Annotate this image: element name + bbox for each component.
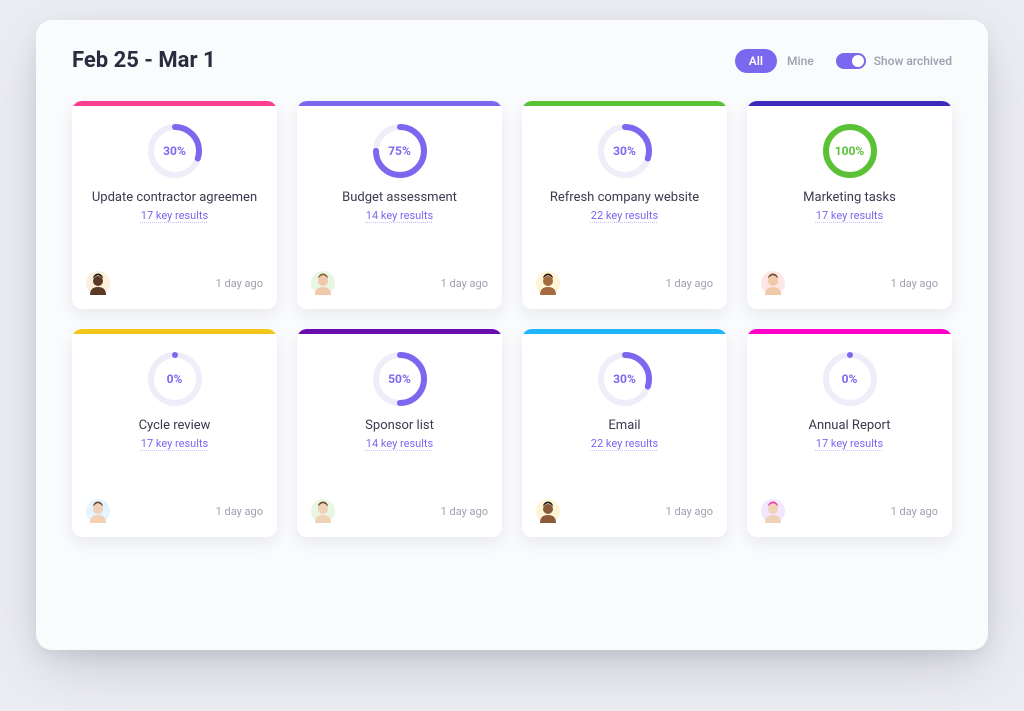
card-body: 50% Sponsor list 14 key results — [297, 334, 502, 499]
progress-percent: 50% — [371, 350, 429, 408]
owner-avatar[interactable] — [761, 499, 785, 523]
header-controls: All Mine Show archived — [735, 49, 952, 73]
progress-ring: 30% — [596, 350, 654, 408]
progress-percent: 30% — [596, 350, 654, 408]
progress-percent: 0% — [821, 350, 879, 408]
progress-ring: 0% — [146, 350, 204, 408]
card-footer: 1 day ago — [747, 499, 952, 537]
progress-percent: 30% — [596, 122, 654, 180]
objective-title: Cycle review — [139, 418, 211, 433]
card-footer: 1 day ago — [297, 271, 502, 309]
progress-ring: 75% — [371, 122, 429, 180]
objective-title: Refresh company website — [550, 190, 699, 205]
card-body: 0% Annual Report 17 key results — [747, 334, 952, 499]
key-results-link[interactable]: 22 key results — [591, 437, 658, 450]
card-body: 100% Marketing tasks 17 key results — [747, 106, 952, 271]
owner-avatar[interactable] — [311, 499, 335, 523]
card-footer: 1 day ago — [747, 271, 952, 309]
card-body: 30% Update contractor agreemen 17 key re… — [72, 106, 277, 271]
key-results-link[interactable]: 17 key results — [141, 209, 208, 222]
updated-time: 1 day ago — [666, 277, 713, 290]
progress-ring: 0% — [821, 350, 879, 408]
card-footer: 1 day ago — [522, 271, 727, 309]
updated-time: 1 day ago — [216, 505, 263, 518]
owner-avatar[interactable] — [311, 271, 335, 295]
progress-percent: 30% — [146, 122, 204, 180]
card-footer: 1 day ago — [522, 499, 727, 537]
key-results-link[interactable]: 17 key results — [816, 209, 883, 222]
objective-card[interactable]: 30% Refresh company website 22 key resul… — [522, 101, 727, 309]
progress-ring: 50% — [371, 350, 429, 408]
updated-time: 1 day ago — [216, 277, 263, 290]
updated-time: 1 day ago — [441, 505, 488, 518]
updated-time: 1 day ago — [666, 505, 713, 518]
objective-title: Sponsor list — [365, 418, 434, 433]
objective-title: Budget assessment — [342, 190, 457, 205]
key-results-link[interactable]: 17 key results — [816, 437, 883, 450]
owner-avatar[interactable] — [86, 499, 110, 523]
card-footer: 1 day ago — [297, 499, 502, 537]
filter-all-button[interactable]: All — [735, 49, 777, 73]
owner-avatar[interactable] — [536, 499, 560, 523]
card-body: 30% Email 22 key results — [522, 334, 727, 499]
objective-title: Email — [608, 418, 640, 433]
key-results-link[interactable]: 17 key results — [141, 437, 208, 450]
objective-card[interactable]: 0% Annual Report 17 key results 1 day ag… — [747, 329, 952, 537]
objective-title: Update contractor agreemen — [92, 190, 257, 205]
date-range-title: Feb 25 - Mar 1 — [72, 48, 216, 73]
updated-time: 1 day ago — [891, 505, 938, 518]
progress-percent: 0% — [146, 350, 204, 408]
objective-card[interactable]: 50% Sponsor list 14 key results 1 day ag… — [297, 329, 502, 537]
objective-card[interactable]: 0% Cycle review 17 key results 1 day ago — [72, 329, 277, 537]
key-results-link[interactable]: 14 key results — [366, 209, 433, 222]
card-body: 30% Refresh company website 22 key resul… — [522, 106, 727, 271]
card-body: 75% Budget assessment 14 key results — [297, 106, 502, 271]
card-footer: 1 day ago — [72, 499, 277, 537]
toggle-label: Show archived — [874, 54, 952, 68]
show-archived-toggle[interactable]: Show archived — [836, 53, 952, 69]
objective-card[interactable]: 30% Email 22 key results 1 day ago — [522, 329, 727, 537]
objective-card[interactable]: 75% Budget assessment 14 key results 1 d… — [297, 101, 502, 309]
progress-ring: 30% — [596, 122, 654, 180]
owner-avatar[interactable] — [86, 271, 110, 295]
cards-grid: 30% Update contractor agreemen 17 key re… — [72, 101, 952, 537]
progress-ring: 100% — [821, 122, 879, 180]
objective-title: Marketing tasks — [803, 190, 896, 205]
updated-time: 1 day ago — [891, 277, 938, 290]
key-results-link[interactable]: 22 key results — [591, 209, 658, 222]
card-body: 0% Cycle review 17 key results — [72, 334, 277, 499]
objective-card[interactable]: 100% Marketing tasks 17 key results 1 da… — [747, 101, 952, 309]
owner-avatar[interactable] — [761, 271, 785, 295]
progress-percent: 100% — [821, 122, 879, 180]
key-results-link[interactable]: 14 key results — [366, 437, 433, 450]
board-panel: Feb 25 - Mar 1 All Mine Show archived 30… — [36, 20, 988, 650]
objective-title: Annual Report — [808, 418, 890, 433]
filter-mine-button[interactable]: Mine — [787, 54, 814, 68]
objective-card[interactable]: 30% Update contractor agreemen 17 key re… — [72, 101, 277, 309]
board-header: Feb 25 - Mar 1 All Mine Show archived — [72, 48, 952, 73]
progress-percent: 75% — [371, 122, 429, 180]
updated-time: 1 day ago — [441, 277, 488, 290]
filter-segmented: All Mine — [735, 49, 814, 73]
progress-ring: 30% — [146, 122, 204, 180]
toggle-switch-icon — [836, 53, 866, 69]
card-footer: 1 day ago — [72, 271, 277, 309]
owner-avatar[interactable] — [536, 271, 560, 295]
